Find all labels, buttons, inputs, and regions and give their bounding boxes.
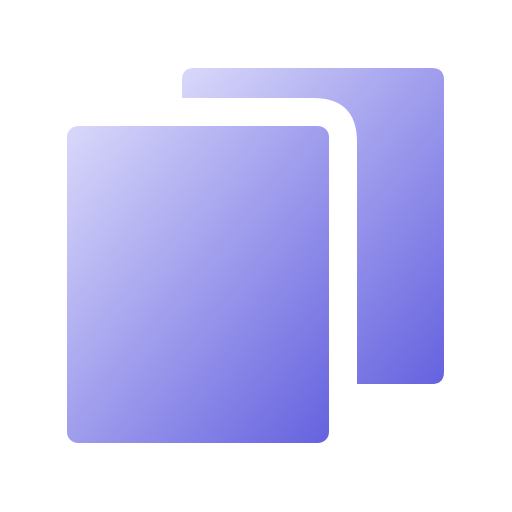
copy-icon [67,68,444,443]
icon-canvas [0,0,512,512]
front-sheet [67,126,329,443]
